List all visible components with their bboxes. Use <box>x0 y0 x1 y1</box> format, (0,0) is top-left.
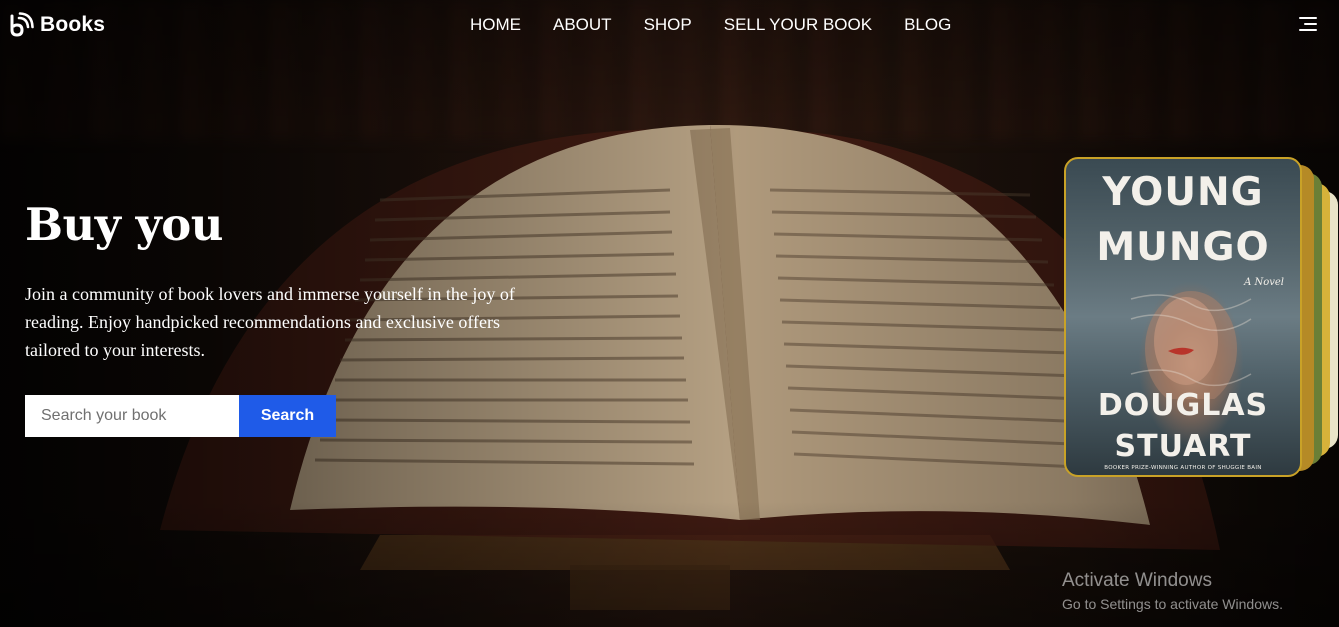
watermark-subtitle: Go to Settings to activate Windows. <box>1062 596 1283 612</box>
cover-author: DOUGLAS STUART <box>1097 388 1269 464</box>
nav-item-shop[interactable]: SHOP <box>644 15 692 35</box>
cover-face-illustration <box>1130 291 1252 399</box>
brand-logo-link[interactable]: Books <box>8 12 105 38</box>
windows-activation-watermark: Activate Windows Go to Settings to activ… <box>1062 570 1283 612</box>
navbar: Books HOME ABOUT SHOP SELL YOUR BOOK BLO… <box>0 0 1339 52</box>
cover-title: YOUNG MUNGO <box>1096 170 1270 270</box>
search-input[interactable] <box>25 395 239 437</box>
featured-book-carousel[interactable]: YOUNG MUNGO A Novel DOUGLAS STUART BOOKE… <box>1062 157 1339 482</box>
hamburger-menu-icon[interactable] <box>1299 17 1317 31</box>
cover-tagline: BOOKER PRIZE-WINNING AUTHOR OF SHUGGIE B… <box>1104 465 1262 471</box>
nav-item-about[interactable]: ABOUT <box>553 15 612 35</box>
nav-item-sell-your-book[interactable]: SELL YOUR BOOK <box>724 15 872 35</box>
cover-subtitle: A Novel <box>1244 277 1284 288</box>
nav-item-home[interactable]: HOME <box>470 15 521 35</box>
search-button[interactable]: Search <box>239 395 336 437</box>
page: Books HOME ABOUT SHOP SELL YOUR BOOK BLO… <box>0 0 1339 627</box>
brand-logo-icon <box>10 12 34 37</box>
main-nav: HOME ABOUT SHOP SELL YOUR BOOK BLOG <box>470 15 983 35</box>
brand-name: Books <box>40 13 106 36</box>
hero-description: Join a community of book lovers and imme… <box>25 284 515 360</box>
search-form: Search <box>25 395 336 437</box>
watermark-title: Activate Windows <box>1062 570 1212 591</box>
nav-item-blog[interactable]: BLOG <box>904 15 951 35</box>
featured-book-cover[interactable]: YOUNG MUNGO A Novel DOUGLAS STUART BOOKE… <box>1064 157 1302 477</box>
hero-title: Buy you <box>25 198 223 251</box>
